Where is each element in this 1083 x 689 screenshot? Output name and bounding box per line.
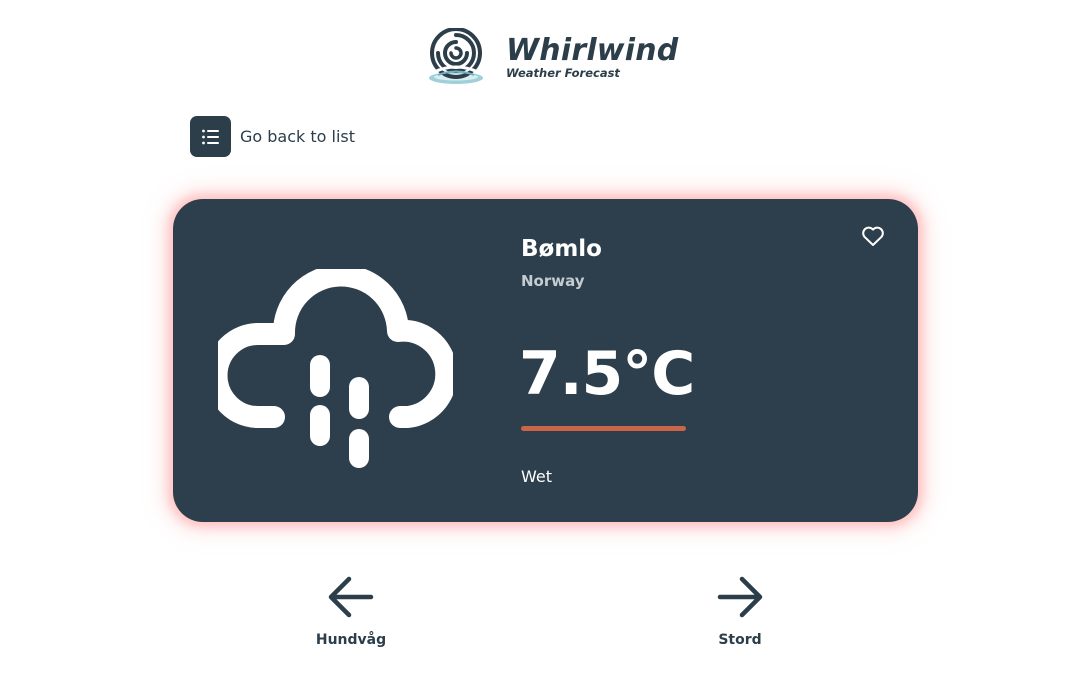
next-location-label[interactable]: Stord <box>718 632 761 648</box>
arrow-left-icon[interactable] <box>327 575 375 619</box>
rain-cloud-icon <box>218 269 453 468</box>
weather-condition: Wet <box>521 467 552 486</box>
previous-location-link[interactable]: Hundvåg <box>310 575 392 648</box>
weather-detail-page: Whirlwind Weather Forecast Go back to li… <box>0 0 1083 689</box>
previous-location-label[interactable]: Hundvåg <box>316 632 386 648</box>
next-location-link[interactable]: Stord <box>700 575 780 648</box>
heart-icon[interactable] <box>861 225 885 247</box>
app-logo[interactable]: Whirlwind Weather Forecast <box>426 28 678 86</box>
back-to-list-label[interactable]: Go back to list <box>240 127 355 146</box>
logo-subtitle: Weather Forecast <box>506 65 620 80</box>
city-name: Bømlo <box>521 236 602 262</box>
list-icon <box>201 129 219 144</box>
swirl-logo-icon <box>429 28 483 84</box>
back-to-list-link[interactable]: Go back to list <box>190 116 355 157</box>
temperature-bar <box>521 426 686 431</box>
logo-title: Whirlwind <box>506 32 679 68</box>
logo-text: Whirlwind Weather Forecast <box>506 32 679 80</box>
country-name: Norway <box>521 272 585 290</box>
temperature-value: 7.5°C <box>519 339 695 409</box>
arrow-right-icon[interactable] <box>716 575 764 619</box>
back-to-list-button[interactable] <box>190 116 231 157</box>
weather-card: Bømlo Norway 7.5°C Wet <box>173 199 918 522</box>
